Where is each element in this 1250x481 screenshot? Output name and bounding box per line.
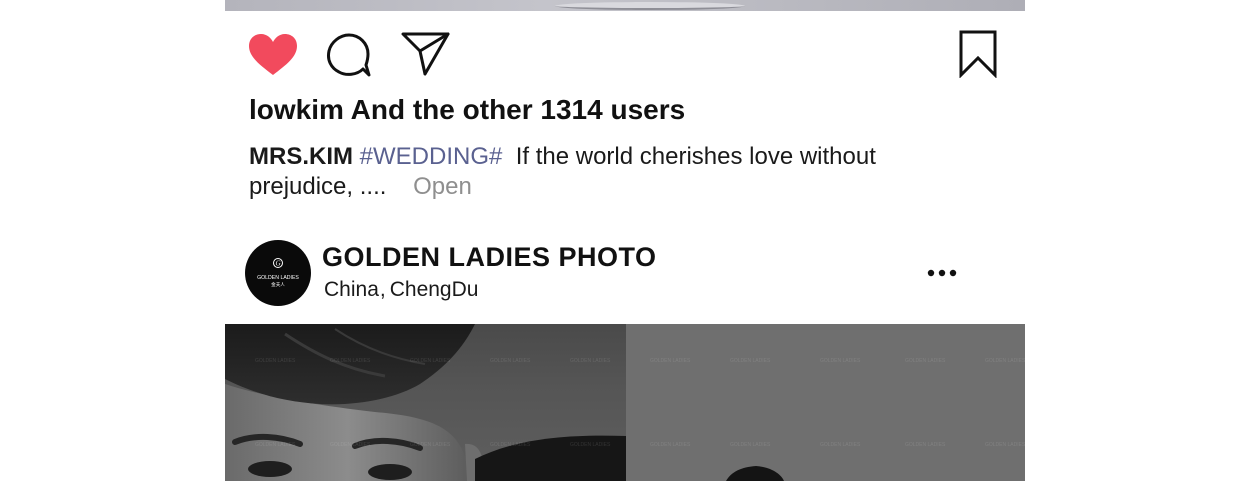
likes-summary[interactable]: lowkim And the other 1314 users	[249, 94, 685, 126]
caption-hashtag[interactable]: #WEDDING#	[360, 143, 503, 170]
feed-page: lowkim And the other 1314 users MRS.KIM …	[0, 0, 1250, 481]
location-separator: ,	[379, 278, 386, 301]
send-icon[interactable]	[401, 31, 450, 76]
svg-text:金夫人: 金夫人	[271, 281, 285, 288]
svg-text:G: G	[275, 260, 280, 268]
caption-more-link[interactable]: Open	[413, 173, 472, 200]
photo-left-panel	[225, 324, 626, 481]
portrait-illustration	[225, 324, 626, 481]
previous-post-image[interactable]	[225, 0, 1025, 11]
more-horizontal-icon[interactable]	[926, 264, 958, 282]
location-country: China	[324, 278, 379, 301]
heart-icon[interactable]	[248, 33, 298, 77]
post-location[interactable]: China, ChengDu	[324, 278, 478, 302]
image-highlight	[555, 2, 745, 10]
golden-ladies-logo: G GOLDEN LADIES 金夫人	[257, 258, 299, 288]
location-city: ChengDu	[389, 278, 479, 301]
caption-author[interactable]: MRS.KIM	[249, 143, 353, 170]
backdrop-illustration	[726, 466, 784, 481]
bookmark-icon[interactable]	[958, 30, 998, 78]
post-caption: MRS.KIM #WEDDING# If the world cherishes…	[249, 142, 969, 202]
photo-right-panel	[626, 324, 1025, 481]
svg-text:GOLDEN LADIES: GOLDEN LADIES	[257, 275, 299, 281]
comment-icon[interactable]	[326, 32, 372, 78]
avatar[interactable]: G GOLDEN LADIES 金夫人	[245, 240, 311, 306]
post-photo[interactable]: GOLDEN LADIESGOLDEN LADIESGOLDEN LADIESG…	[225, 324, 1025, 481]
account-name[interactable]: GOLDEN LADIES PHOTO	[322, 242, 657, 273]
